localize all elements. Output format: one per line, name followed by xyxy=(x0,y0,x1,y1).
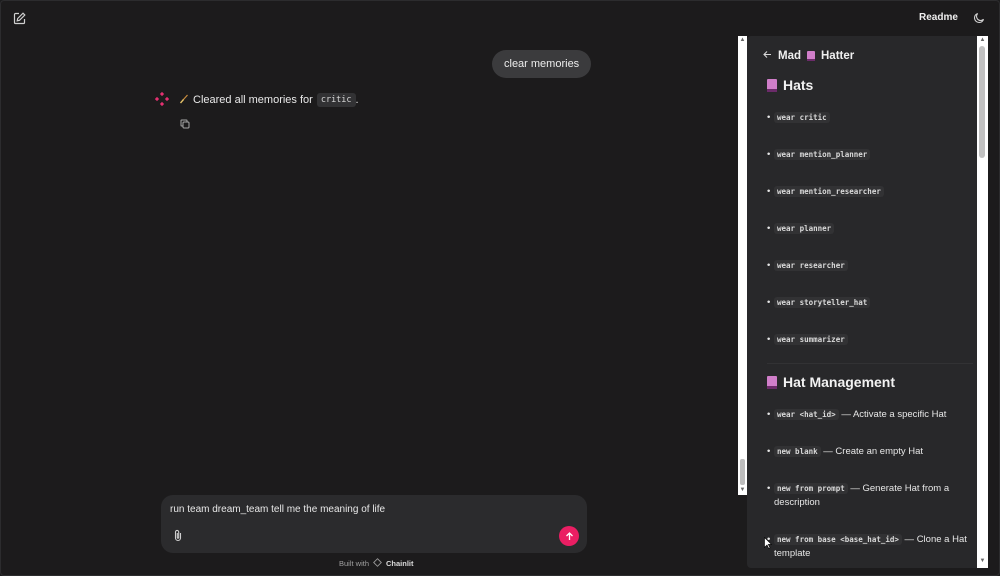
message-input[interactable]: run team dream_team tell me the meaning … xyxy=(170,504,385,515)
divider xyxy=(767,363,973,364)
hat-management-heading-text: Hat Management xyxy=(783,374,896,390)
arrow-left-icon[interactable] xyxy=(763,50,772,62)
assistant-text-before: Cleared all memories for xyxy=(193,94,313,106)
list-item: • wear planner xyxy=(767,222,973,236)
hat-management-heading: Hat Management xyxy=(767,374,895,390)
inline-code: new from prompt xyxy=(774,483,848,494)
inline-code: wear researcher xyxy=(774,260,848,271)
copy-icon[interactable] xyxy=(179,118,190,129)
inline-code: wear mention_researcher xyxy=(774,186,884,197)
item-description: — Create an empty Hat xyxy=(820,446,924,457)
panel-title-left: Mad xyxy=(778,50,801,62)
scroll-up-icon[interactable]: ▲ xyxy=(739,37,746,44)
readme-button[interactable]: Readme xyxy=(919,12,958,23)
list-item: • wear storyteller_hat xyxy=(767,296,973,310)
hats-heading: Hats xyxy=(767,77,813,93)
chat-scroll-thumb[interactable] xyxy=(740,459,745,485)
chat-scrollbar[interactable]: ▲ ▼ xyxy=(738,36,747,495)
broom-icon xyxy=(179,94,189,107)
paperclip-icon[interactable] xyxy=(172,528,184,542)
new-chat-icon[interactable] xyxy=(11,10,27,26)
panel-scroll-thumb[interactable] xyxy=(979,46,985,158)
assistant-message: Cleared all memories for critic . xyxy=(179,93,359,107)
item-description: — Activate a specific Hat xyxy=(838,409,947,420)
list-item: • wear <hat_id> — Activate a specific Hat xyxy=(767,409,947,420)
book-icon xyxy=(767,78,777,92)
scroll-up-icon[interactable]: ▲ xyxy=(979,37,986,44)
user-message: clear memories xyxy=(492,50,592,78)
chainlit-brand[interactable]: Chainlit xyxy=(386,559,414,568)
assistant-avatar-icon xyxy=(154,91,170,107)
send-button[interactable] xyxy=(559,526,579,546)
list-item: • wear researcher xyxy=(767,259,973,273)
book-icon xyxy=(807,51,815,61)
inline-code: new blank xyxy=(774,446,821,457)
app-window: Readme clear memories Cleared all memori… xyxy=(0,0,1000,576)
scroll-down-icon[interactable]: ▼ xyxy=(979,558,986,565)
list-item: • wear critic xyxy=(767,111,973,125)
list-item: • new blank — Create an empty Hat xyxy=(767,446,924,457)
hats-heading-text: Hats xyxy=(783,77,814,93)
assistant-text-after: . xyxy=(355,94,359,106)
inline-code: wear storyteller_hat xyxy=(774,297,871,308)
list-item: • wear mention_researcher xyxy=(767,185,973,199)
chainlit-logo-icon xyxy=(373,558,382,569)
inline-code: wear critic xyxy=(774,112,830,123)
book-icon xyxy=(767,375,777,389)
composer: run team dream_team tell me the meaning … xyxy=(161,495,587,553)
panel-title-right: Hatter xyxy=(821,50,855,62)
built-with-label: Built with xyxy=(339,559,370,568)
arrow-up-icon xyxy=(565,531,573,540)
panel-header: Mad Hatter xyxy=(763,50,854,62)
mouse-cursor-icon xyxy=(764,536,773,549)
list-item: • new from base <base_hat_id> — Clone a H… xyxy=(767,534,967,559)
list-item: • new from prompt — Generate Hat from a d… xyxy=(767,483,950,508)
moon-icon[interactable] xyxy=(971,10,987,26)
inline-code: wear mention_planner xyxy=(774,149,871,160)
inline-code: new from base <base_hat_id> xyxy=(774,534,902,545)
scroll-down-icon[interactable]: ▼ xyxy=(739,487,746,494)
built-with: Built with Chainlit xyxy=(339,558,414,569)
list-item: • wear summarizer xyxy=(767,333,973,347)
inline-code: wear summarizer xyxy=(774,334,848,345)
list-item: • wear mention_planner xyxy=(767,148,973,162)
side-panel: Mad Hatter Hats • wear critic • wear menti… xyxy=(747,36,988,568)
inline-code: wear planner xyxy=(774,223,835,234)
inline-code: wear <hat_id> xyxy=(774,409,839,420)
inline-code: critic xyxy=(316,93,356,107)
panel-scrollbar[interactable]: ▲ ▼ xyxy=(977,36,988,568)
